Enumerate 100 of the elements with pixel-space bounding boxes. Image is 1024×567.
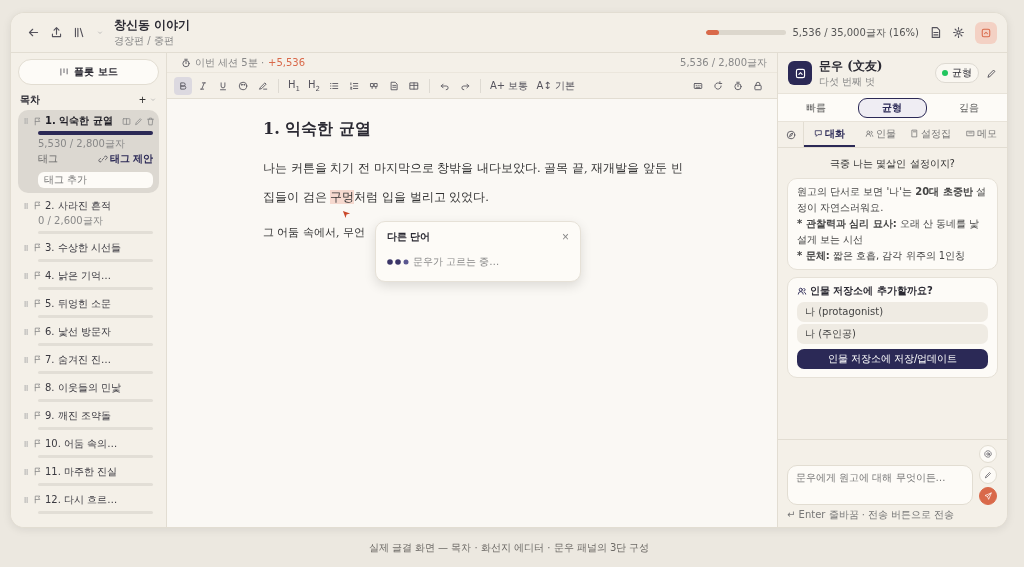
send-icon[interactable] (979, 487, 997, 505)
card-title: 인물 저장소에 추가할까요? (810, 284, 933, 298)
people-icon (864, 129, 874, 138)
share-icon[interactable] (50, 26, 63, 39)
chat-icon (813, 129, 823, 138)
chapter-item[interactable]: 5. 뒤엉힌 소문 (18, 293, 159, 322)
library-icon[interactable] (73, 26, 86, 39)
chapter-item[interactable]: 4. 낡은 기억… (18, 265, 159, 294)
loading-dots-icon (387, 259, 409, 265)
drag-handle-icon[interactable] (22, 383, 30, 392)
mention-icon[interactable] (979, 445, 997, 463)
compass-icon[interactable] (785, 129, 796, 140)
back-icon[interactable] (27, 26, 40, 39)
chapter-title: 2. 사라진 흔적 (45, 198, 111, 213)
flag-icon (33, 299, 42, 308)
bold-icon[interactable] (174, 76, 192, 95)
chapter-item[interactable]: 9. 깨진 조약돌 (18, 405, 159, 434)
user-message: 극중 나는 몇살인 설정이지? (829, 157, 956, 171)
flag-icon (33, 201, 42, 210)
edit-icon[interactable] (986, 67, 997, 79)
chapter-item[interactable]: 8. 이웃들의 민낯 (18, 377, 159, 406)
message-text: * 관찰력과 심리 묘사: 오래 산 동네를 낯설게 보는 시선 (797, 217, 981, 247)
chapter-item[interactable]: 10. 어둠 속의… (18, 433, 159, 462)
book-icon (910, 129, 920, 138)
body-paragraph: 그 어둠 속에서, 무언 (263, 225, 365, 241)
loading-text: 문우가 고르는 중… (413, 255, 500, 269)
drag-handle-icon[interactable] (22, 439, 30, 448)
drag-handle-icon[interactable] (22, 495, 30, 504)
add-button[interactable]: + (139, 94, 146, 106)
word-count: 5,530 / 2,800글자 (38, 137, 126, 151)
word-count: 0 / 2,600글자 (38, 213, 104, 228)
character-option[interactable]: 나 (주인공) (797, 324, 988, 344)
close-button[interactable]: × (562, 231, 569, 243)
split-icon[interactable] (122, 116, 131, 126)
chapter-title: 9. 깨진 조약돌 (45, 408, 111, 423)
delete-icon[interactable] (146, 116, 155, 126)
assistant-name: 문우 (文友) (819, 57, 883, 75)
status-label: 균형 (952, 66, 972, 80)
input-hint: ↵ Enter 줄바꿈 · 전송 버튼으로 전송 (787, 508, 956, 522)
chapter-heading: 1. 익숙한 균열 (263, 119, 372, 140)
chapter-item[interactable]: 11. 마주한 진실 (18, 461, 159, 490)
cursor-icon (342, 210, 352, 219)
popup-title: 다른 단어 (387, 230, 431, 244)
drag-handle-icon[interactable] (22, 411, 30, 420)
save-button[interactable]: 인물 저장소에 저장/업데이트 (797, 349, 988, 369)
drag-handle-icon[interactable] (22, 271, 30, 280)
mode-option[interactable]: 균형 (858, 97, 927, 118)
document-subtitle: 경장편 / 중편 (114, 34, 175, 48)
body-paragraph: 나는 커튼을 치기 전 마지막으로 창밖을 내다보았다. 골목 끝, 재개발을 앞둔 빈집들이 검은 구멍처럼 입을 벌리고 있었다. (263, 154, 683, 212)
toolbar-button[interactable]: A+ 보통 (487, 76, 532, 95)
plot-board-button[interactable]: 플롯 보드 (18, 59, 159, 85)
progress-text: 5,536 / 35,000글자 (16%) (792, 25, 919, 40)
chapter-item[interactable]: 6. 낯선 방문자 (18, 321, 159, 350)
panel-tab[interactable]: 설정집 (905, 122, 957, 147)
toolbar-button[interactable]: A↕ 기본 (533, 76, 578, 95)
document-title: 창신동 이야기 (114, 17, 191, 34)
chapter-item[interactable]: 1. 익숙한 균열 5,530 / 2,800글자 태그 태그 제안 태그 추가 (18, 110, 159, 193)
edit-icon[interactable] (134, 116, 143, 126)
window-icon (793, 66, 807, 80)
toolbar-button[interactable]: H$_{1}$ (285, 76, 303, 95)
chapter-title: 1. 익숙한 균열 (45, 114, 113, 128)
drag-handle-icon[interactable] (22, 355, 30, 364)
toolbar-button[interactable]: H$_{2}$ (305, 76, 323, 95)
tag-input[interactable]: 태그 추가 (38, 171, 153, 188)
chapter-title: 7. 숨겨진 진… (45, 352, 111, 367)
flag-icon (33, 467, 42, 476)
chapter-title: 3. 수상한 시선들 (45, 240, 121, 255)
chapter-title: 4. 낡은 기억… (45, 268, 111, 283)
chapter-item[interactable]: 3. 수상한 시선들 (18, 237, 159, 266)
panel-tab[interactable]: 대화 (804, 122, 855, 147)
drag-handle-icon[interactable] (22, 299, 30, 308)
chapter-item[interactable]: 2. 사라진 흔적 0 / 2,600글자 (18, 195, 159, 238)
character-option[interactable]: 나 (protagonist) (797, 302, 988, 322)
settings-icon[interactable] (952, 26, 965, 39)
panel-toggle-button[interactable] (975, 21, 997, 44)
assistant-subtitle: 다섯 번째 벗 (819, 74, 877, 89)
mode-option[interactable]: 빠름 (781, 97, 851, 118)
drag-handle-icon[interactable] (22, 243, 30, 252)
flag-icon (33, 355, 42, 364)
tags-label: 태그 (38, 152, 58, 166)
chapter-title: 11. 마주한 진실 (45, 464, 118, 479)
drag-handle-icon[interactable] (22, 201, 30, 210)
drag-handle-icon[interactable] (22, 327, 30, 336)
chapter-title: 8. 이웃들의 민낯 (45, 380, 121, 395)
link-icon (97, 154, 108, 164)
flag-icon (33, 243, 42, 252)
panel-tab[interactable]: 인물 (854, 122, 906, 147)
drag-handle-icon[interactable] (22, 117, 30, 125)
panel-tab[interactable]: 메모 (956, 122, 1007, 147)
people-icon (797, 286, 807, 296)
drag-handle-icon[interactable] (22, 467, 30, 476)
chapter-item[interactable]: 12. 다시 흐르… (18, 489, 159, 518)
session-text: 이번 세션 5분 · (195, 55, 265, 70)
chapter-item[interactable]: 7. 숨겨진 진… (18, 349, 159, 378)
tag-suggest-link[interactable]: 태그 제안 (97, 152, 153, 166)
mode-option[interactable]: 깊음 (934, 97, 1004, 118)
flag-icon (33, 271, 42, 280)
document-icon[interactable] (929, 26, 942, 39)
message-input[interactable]: 문우에게 원고에 대해 무엇이든… (787, 465, 973, 505)
message-text: * 문체: 짧은 호흡, 감각 위주의 1인칭 (797, 249, 967, 263)
